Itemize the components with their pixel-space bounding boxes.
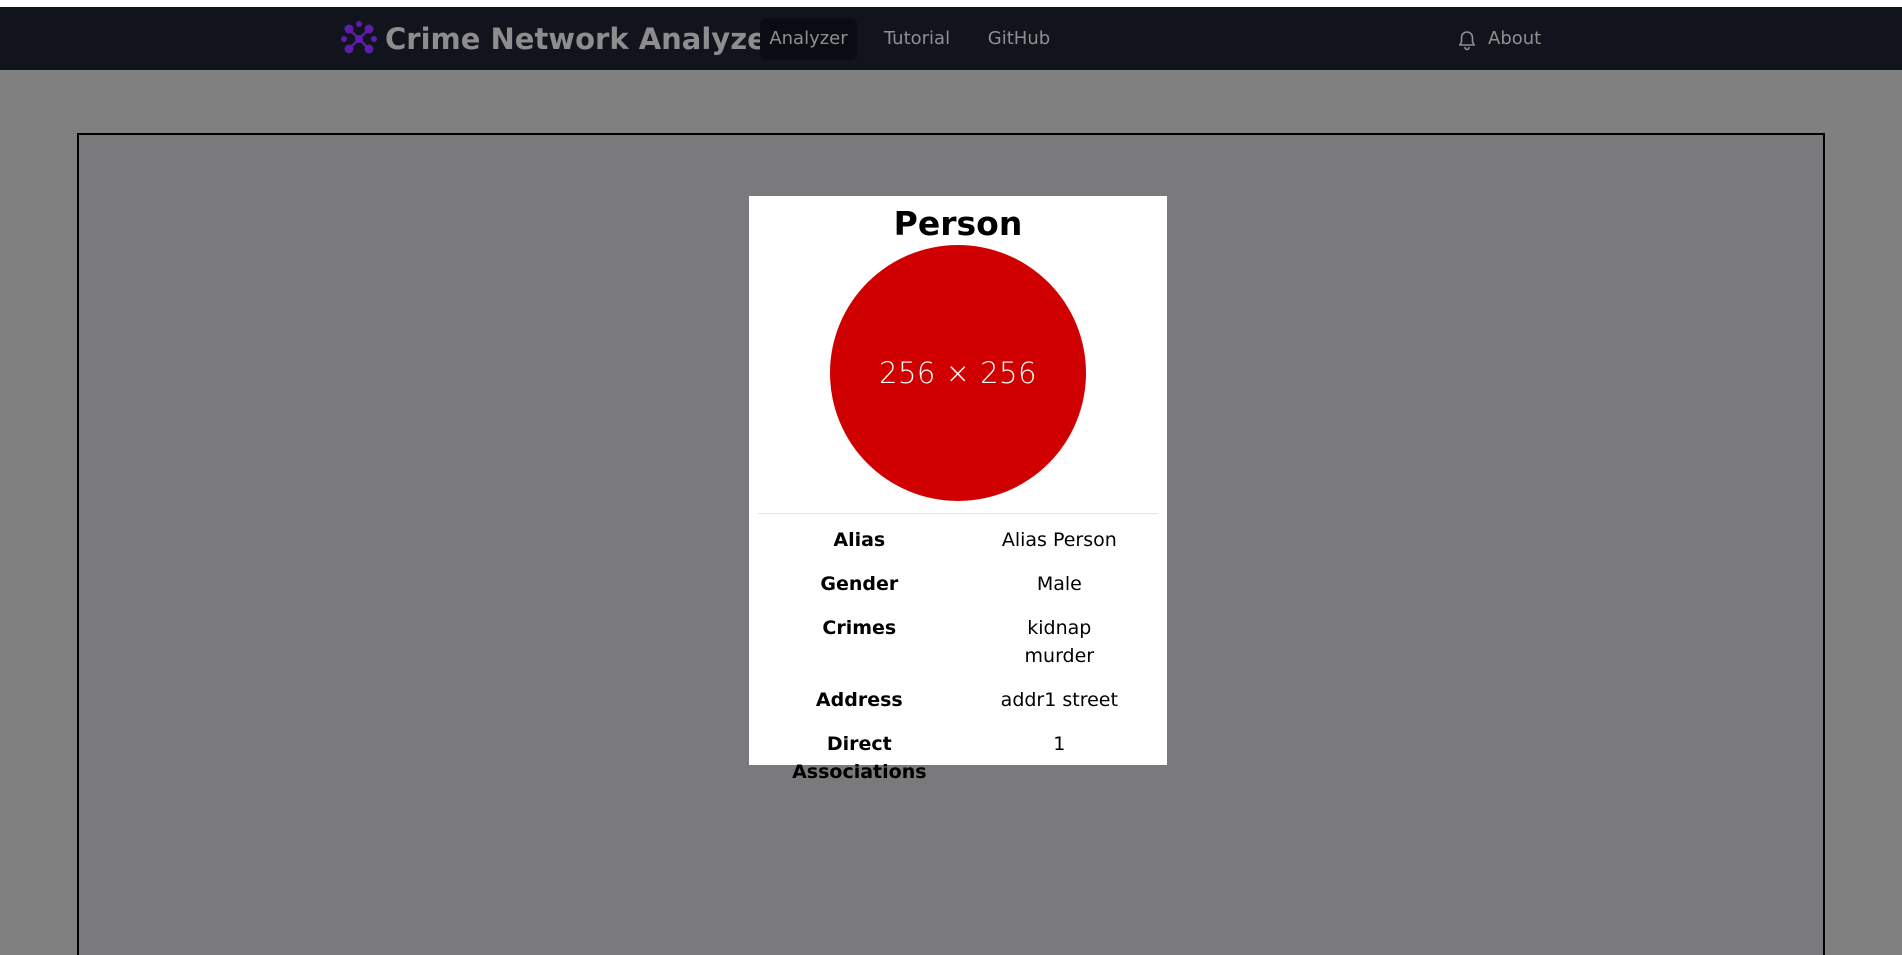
network-logo-icon [341,21,377,54]
top-strip [0,0,1902,7]
address-value: addr1 street [1000,689,1118,711]
app-page: Crime Network Analyzer Analyzer Tutorial… [0,0,1902,955]
nav-tutorial[interactable]: Tutorial [874,18,960,60]
table-row: Gender Male [758,562,1158,606]
crime-item: murder [1024,645,1095,667]
nav-about[interactable]: About [1488,18,1560,60]
bell-icon[interactable] [1455,29,1479,53]
brand-title: Crime Network Analyzer [385,22,782,56]
avatar: 256 × 256 [830,245,1086,501]
gender-key: Gender [820,573,899,595]
nav-github[interactable]: GitHub [978,18,1060,60]
crimes-key: Crimes [822,617,897,639]
alias-key: Alias [833,529,886,551]
table-row: Crimes kidnap murder [758,606,1158,678]
table-row: Direct Associations 1 [758,722,1158,794]
divider [758,513,1158,514]
person-detail-card: Person 256 × 256 Alias Alias Person Gend… [749,196,1167,783]
gender-value: Male [1036,573,1082,595]
person-info-table: Alias Alias Person Gender Male Crimes ki… [758,518,1158,794]
crimes-value: kidnap murder [961,606,1158,678]
alias-value: Alias Person [1001,529,1117,551]
direct-associations-value: 1 [1053,733,1066,755]
nav-analyzer[interactable]: Analyzer [760,18,857,60]
crime-item: kidnap [1027,617,1092,639]
brand[interactable]: Crime Network Analyzer [341,21,781,57]
table-row: Alias Alias Person [758,518,1158,562]
avatar-placeholder-label: 256 × 256 [879,356,1037,390]
table-row: Address addr1 street [758,678,1158,722]
direct-associations-key: Direct Associations [792,733,927,783]
card-title: Person [893,204,1023,243]
navbar: Crime Network Analyzer Analyzer Tutorial… [0,7,1902,70]
address-key: Address [815,689,903,711]
